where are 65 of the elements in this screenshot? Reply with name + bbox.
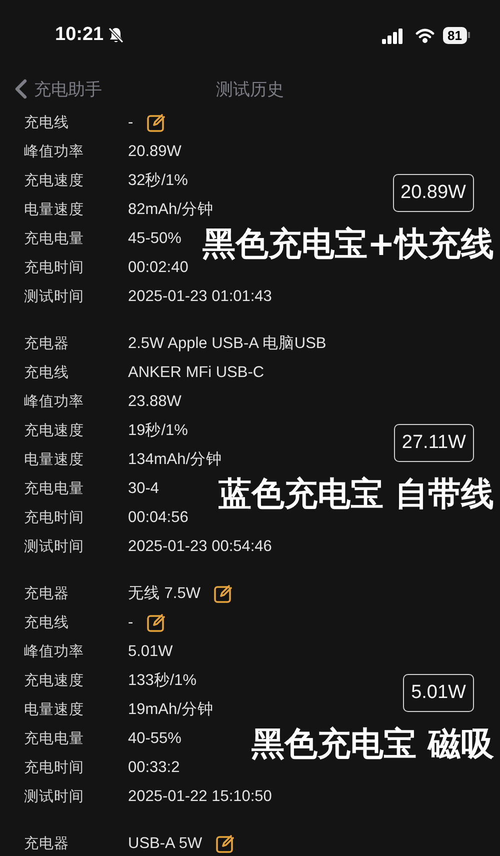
- field-label: 充电线: [23, 614, 70, 632]
- field-value: 19秒/1%: [128, 421, 188, 441]
- field-label: 充电速度: [23, 672, 85, 690]
- back-button[interactable]: 充电助手: [14, 78, 102, 100]
- field-value: -: [128, 614, 134, 632]
- field-value: 2025-01-23 00:54:46: [128, 538, 272, 556]
- field-label: 充电器: [23, 834, 70, 853]
- overlay-caption: 黑色充电宝+快充线: [202, 223, 494, 265]
- edit-icon[interactable]: [214, 584, 232, 602]
- field-label: 测试时间: [23, 288, 85, 306]
- field-value: 20.89W: [128, 142, 182, 160]
- field-value: ANKER MFi USB-C: [128, 364, 264, 382]
- field-value: 2025-01-22 15:10:50: [128, 788, 272, 806]
- field-label: 峰值功率: [23, 642, 85, 661]
- field-label: 充电线: [23, 114, 70, 132]
- field-label: 充电电量: [23, 480, 85, 498]
- field-label: 测试时间: [23, 788, 85, 806]
- overlay-caption: 蓝色充电宝 自带线: [218, 473, 494, 515]
- edit-icon[interactable]: [147, 614, 166, 632]
- peak-power-badge: 20.89W: [392, 174, 474, 212]
- field-label: 充电线: [23, 364, 70, 382]
- field-value: 5.01W: [128, 642, 173, 660]
- field-label: 测试时间: [23, 538, 85, 556]
- field-value: 30-4: [128, 480, 160, 498]
- back-chevron-icon: [14, 79, 28, 99]
- field-value: 133秒/1%: [128, 671, 197, 691]
- field-label: 电量速度: [23, 700, 85, 719]
- edit-icon[interactable]: [216, 834, 234, 852]
- field-value: -: [128, 114, 134, 132]
- field-label: 充电时间: [23, 758, 85, 777]
- field-value: 40-55%: [128, 730, 182, 748]
- field-value: 00:02:40: [128, 258, 188, 276]
- field-value: 00:04:56: [128, 508, 188, 526]
- field-value: 无线 7.5W: [128, 584, 200, 604]
- battery-indicator: 81: [442, 26, 470, 44]
- field-value: 23.88W: [128, 392, 182, 410]
- wifi-icon: [414, 28, 435, 42]
- peak-power-badge: 27.11W: [394, 424, 474, 462]
- field-label: 充电器: [23, 334, 70, 353]
- field-value: 00:33:2: [128, 758, 180, 776]
- status-time: 10:21: [55, 24, 104, 46]
- field-value: 32秒/1%: [128, 171, 188, 191]
- muted-bell-icon: [106, 26, 125, 44]
- field-label: 充电时间: [23, 258, 85, 277]
- field-label: 峰值功率: [23, 392, 85, 411]
- field-value: USB-A 5W: [128, 834, 202, 852]
- field-label: 充电电量: [23, 230, 85, 248]
- field-value: 2025-01-23 01:01:43: [128, 288, 272, 306]
- field-label: 峰值功率: [23, 142, 85, 161]
- field-value: 82mAh/分钟: [128, 200, 214, 220]
- field-value: 19mAh/分钟: [128, 700, 214, 720]
- peak-power-badge: 5.01W: [403, 674, 474, 712]
- edit-icon[interactable]: [147, 114, 166, 132]
- overlay-caption: 黑色充电宝 磁吸: [252, 723, 494, 765]
- field-label: 电量速度: [23, 450, 85, 469]
- field-value: 2.5W Apple USB-A 电脑USB: [128, 334, 326, 354]
- field-value: 45-50%: [128, 230, 182, 248]
- field-label: 电量速度: [23, 200, 85, 219]
- field-value: 134mAh/分钟: [128, 450, 222, 470]
- field-label: 充电时间: [23, 508, 85, 527]
- field-label: 充电电量: [23, 730, 85, 748]
- field-label: 充电速度: [23, 422, 85, 440]
- field-label: 充电速度: [23, 172, 85, 190]
- field-label: 充电器: [23, 584, 70, 603]
- page-title: 测试历史: [216, 80, 284, 100]
